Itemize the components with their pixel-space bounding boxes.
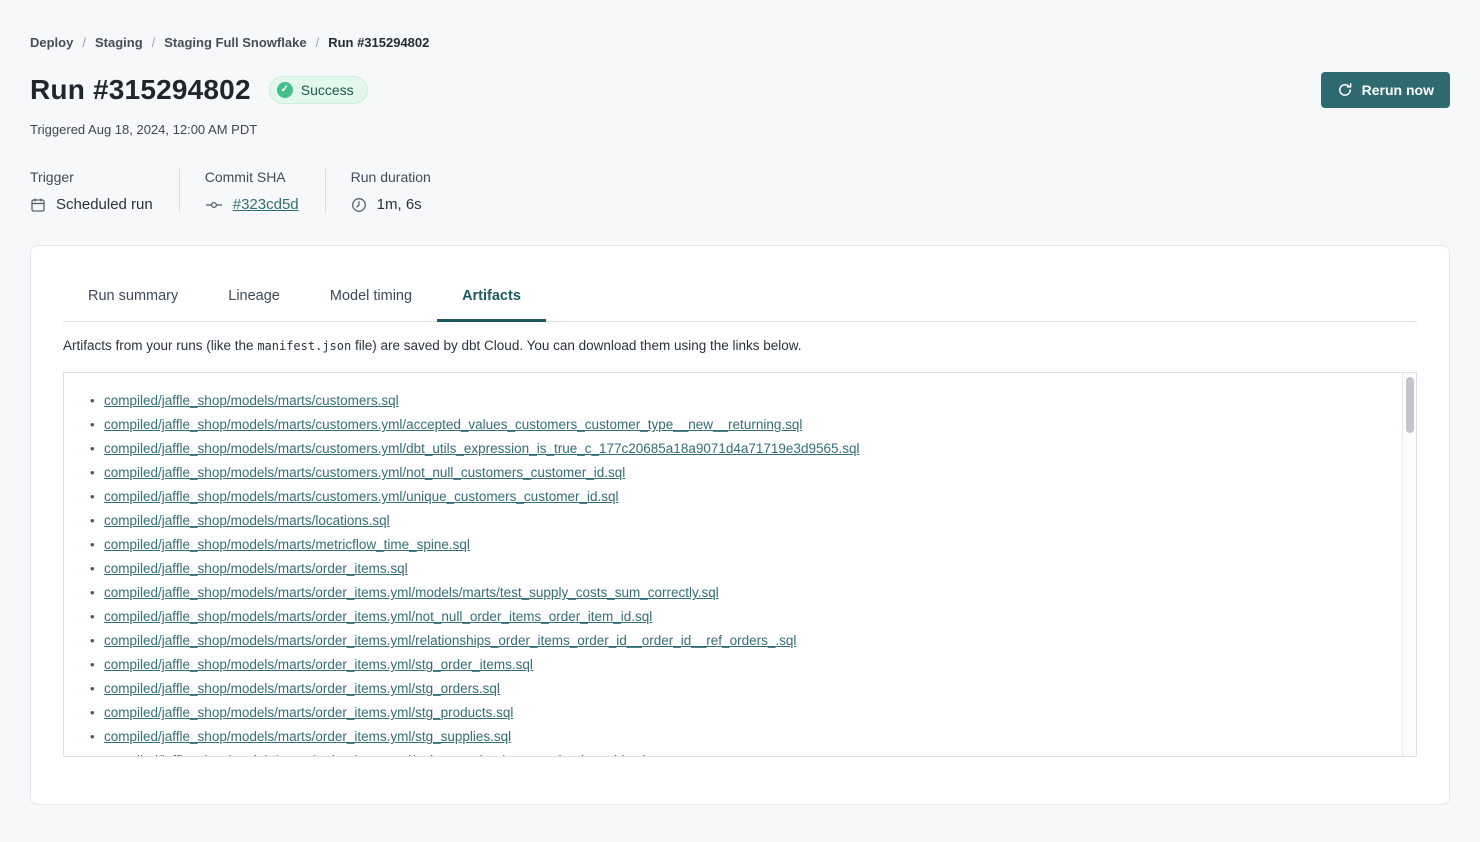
refresh-icon	[1337, 82, 1353, 98]
artifact-link[interactable]: compiled/jaffle_shop/models/marts/custom…	[104, 393, 399, 408]
breadcrumb-current-run: Run #315294802	[328, 35, 429, 50]
artifact-list-item: compiled/jaffle_shop/models/marts/order_…	[104, 701, 1392, 725]
artifact-list-item: compiled/jaffle_shop/models/marts/order_…	[104, 653, 1392, 677]
triggered-timestamp: Triggered Aug 18, 2024, 12:00 AM PDT	[30, 122, 1450, 137]
artifact-link[interactable]: compiled/jaffle_shop/models/marts/order_…	[104, 657, 533, 672]
artifacts-description-text: Artifacts from your runs (like the	[63, 338, 257, 353]
rerun-now-button[interactable]: Rerun now	[1321, 72, 1450, 108]
artifact-list-item: compiled/jaffle_shop/models/marts/custom…	[104, 437, 1392, 461]
page-title: Run #315294802	[30, 74, 251, 106]
artifact-link[interactable]: compiled/jaffle_shop/models/marts/locati…	[104, 513, 390, 528]
tab-run-summary[interactable]: Run summary	[63, 288, 203, 322]
success-check-icon: ✓	[277, 82, 293, 98]
commit-sha-link[interactable]: #323cd5d	[233, 196, 299, 213]
artifact-links-list: compiled/jaffle_shop/models/marts/custom…	[64, 373, 1416, 757]
manifest-json-code: manifest.json	[257, 339, 351, 353]
artifact-list-item: compiled/jaffle_shop/models/marts/metric…	[104, 533, 1392, 557]
meta-trigger-value: Scheduled run	[56, 196, 153, 213]
tab-model-timing[interactable]: Model timing	[305, 288, 437, 322]
artifact-links-panel: compiled/jaffle_shop/models/marts/custom…	[63, 372, 1417, 757]
artifact-link[interactable]: compiled/jaffle_shop/models/marts/order_…	[104, 729, 511, 744]
breadcrumb-separator: /	[82, 35, 86, 50]
rerun-now-label: Rerun now	[1362, 82, 1434, 98]
git-commit-icon	[205, 197, 223, 213]
breadcrumb-separator: /	[152, 35, 156, 50]
vertical-scrollbar	[1402, 373, 1416, 756]
artifact-list-item: compiled/jaffle_shop/models/marts/custom…	[104, 413, 1392, 437]
breadcrumb-staging[interactable]: Staging	[95, 35, 143, 50]
status-badge: ✓ Success	[269, 76, 368, 104]
meta-duration: Run duration 1m, 6s	[326, 169, 457, 213]
artifact-list-item: compiled/jaffle_shop/models/marts/order_…	[104, 749, 1392, 757]
breadcrumb-separator: /	[316, 35, 320, 50]
artifact-list-item: compiled/jaffle_shop/models/marts/order_…	[104, 677, 1392, 701]
meta-duration-value: 1m, 6s	[377, 196, 422, 213]
meta-commit-label: Commit SHA	[205, 169, 299, 185]
artifact-link[interactable]: compiled/jaffle_shop/models/marts/order_…	[104, 681, 500, 696]
run-meta-row: Trigger Scheduled run Commit SHA	[30, 169, 1450, 213]
calendar-icon	[30, 197, 46, 213]
meta-commit: Commit SHA #323cd5d	[180, 169, 325, 213]
tab-lineage[interactable]: Lineage	[203, 288, 305, 322]
artifact-link[interactable]: compiled/jaffle_shop/models/marts/custom…	[104, 441, 860, 456]
breadcrumb-job[interactable]: Staging Full Snowflake	[164, 35, 306, 50]
artifact-link[interactable]: compiled/jaffle_shop/models/marts/metric…	[104, 537, 470, 552]
scrollbar-thumb[interactable]	[1406, 377, 1414, 433]
artifact-link[interactable]: compiled/jaffle_shop/models/marts/order_…	[104, 585, 719, 600]
artifact-list-item: compiled/jaffle_shop/models/marts/custom…	[104, 485, 1392, 509]
run-detail-page: Deploy / Staging / Staging Full Snowflak…	[0, 0, 1480, 805]
artifact-list-item: compiled/jaffle_shop/models/marts/order_…	[104, 629, 1392, 653]
artifact-link[interactable]: compiled/jaffle_shop/models/marts/custom…	[104, 465, 625, 480]
meta-duration-label: Run duration	[351, 169, 431, 185]
artifact-list-item: compiled/jaffle_shop/models/marts/order_…	[104, 605, 1392, 629]
artifact-list-item: compiled/jaffle_shop/models/marts/order_…	[104, 557, 1392, 581]
artifact-link[interactable]: compiled/jaffle_shop/models/marts/order_…	[104, 753, 646, 757]
tab-bar: Run summary Lineage Model timing Artifac…	[63, 288, 1417, 322]
artifacts-description: Artifacts from your runs (like the manif…	[63, 338, 1417, 353]
breadcrumb: Deploy / Staging / Staging Full Snowflak…	[30, 35, 1450, 50]
meta-trigger-label: Trigger	[30, 169, 153, 185]
breadcrumb-deploy[interactable]: Deploy	[30, 35, 73, 50]
run-detail-card: Run summary Lineage Model timing Artifac…	[30, 245, 1450, 805]
tab-artifacts[interactable]: Artifacts	[437, 288, 546, 322]
title-row: Run #315294802 ✓ Success Rerun now	[30, 72, 1450, 108]
artifact-link[interactable]: compiled/jaffle_shop/models/marts/order_…	[104, 561, 408, 576]
artifact-link[interactable]: compiled/jaffle_shop/models/marts/order_…	[104, 609, 652, 624]
meta-trigger: Trigger Scheduled run	[30, 169, 179, 213]
artifact-list-item: compiled/jaffle_shop/models/marts/order_…	[104, 725, 1392, 749]
clock-icon	[351, 197, 367, 213]
artifact-link[interactable]: compiled/jaffle_shop/models/marts/order_…	[104, 633, 796, 648]
artifact-link[interactable]: compiled/jaffle_shop/models/marts/custom…	[104, 489, 618, 504]
artifact-list-item: compiled/jaffle_shop/models/marts/custom…	[104, 389, 1392, 413]
artifacts-description-text: file) are saved by dbt Cloud. You can do…	[351, 338, 801, 353]
status-badge-label: Success	[301, 82, 354, 98]
artifact-link[interactable]: compiled/jaffle_shop/models/marts/custom…	[104, 417, 802, 432]
artifact-list-item: compiled/jaffle_shop/models/marts/custom…	[104, 461, 1392, 485]
artifact-list-item: compiled/jaffle_shop/models/marts/locati…	[104, 509, 1392, 533]
artifact-link[interactable]: compiled/jaffle_shop/models/marts/order_…	[104, 705, 513, 720]
artifact-list-item: compiled/jaffle_shop/models/marts/order_…	[104, 581, 1392, 605]
